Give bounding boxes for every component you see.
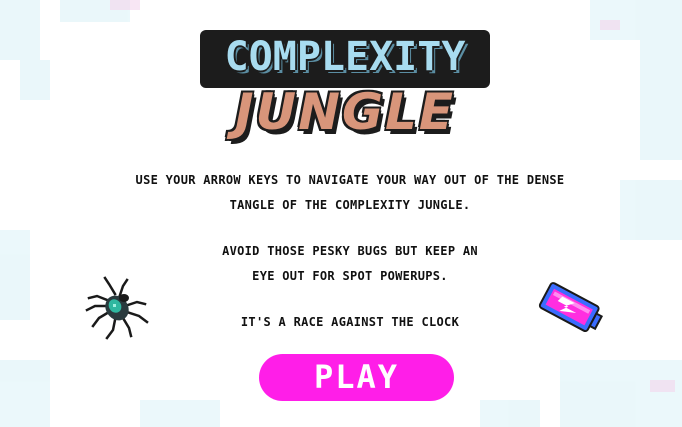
instruction-line: USE YOUR ARROW KEYS TO NAVIGATE YOUR WAY…	[135, 173, 565, 187]
game-title-logo: COMPLEXITY JUNGLE	[190, 22, 500, 142]
battery-powerup-icon	[538, 282, 604, 333]
instruction-line: AVOID THOSE PESKY BUGS BUT KEEP AN	[222, 244, 478, 258]
game-start-screen: COMPLEXITY JUNGLE USE YOUR ARROW KEYS TO…	[0, 0, 682, 427]
instruction-line: TANGLE OF THE COMPLEXITY JUNGLE.	[229, 198, 471, 212]
play-button[interactable]: PLAY	[259, 354, 454, 401]
spider-bug-icon	[85, 276, 149, 340]
title-jungle: JUNGLE	[234, 83, 456, 141]
